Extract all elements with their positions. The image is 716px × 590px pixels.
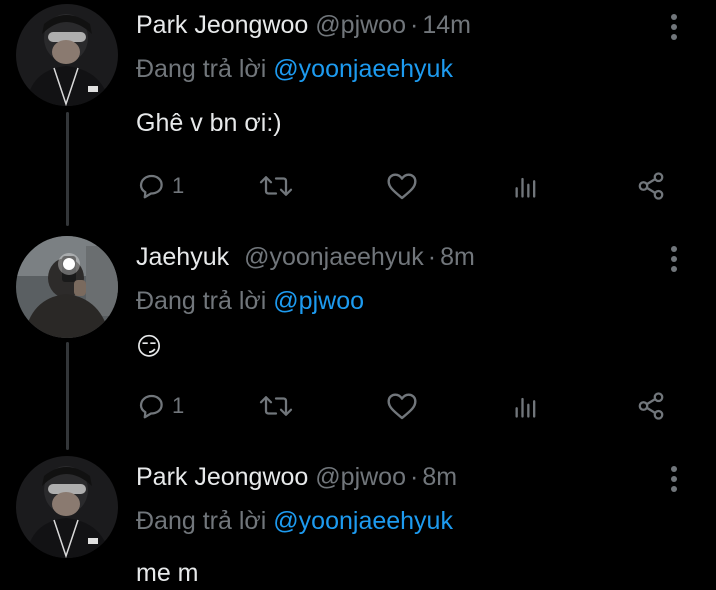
tweet-text: Ghê v bn ơi:) [136, 109, 282, 137]
separator-dot: · [427, 243, 437, 271]
replying-to: Đang trả lời @yoonjaeehyuk [136, 54, 453, 84]
separator-dot: · [409, 11, 419, 39]
replying-prefix: Đang trả lời [136, 55, 267, 83]
tweet-3[interactable]: Park Jeongwoo @pjwoo · 8m Đang trả lời @yo… [0, 452, 716, 587]
share-icon [638, 172, 664, 200]
retweet-icon [259, 396, 293, 416]
author-name[interactable]: Park Jeongwoo [136, 463, 308, 491]
tweet-header: Park Jeongwoo @pjwoo · 14m [136, 10, 471, 40]
heart-icon [387, 173, 417, 200]
heart-icon [387, 393, 417, 420]
mention-link[interactable]: @yoonjaeehyuk [273, 55, 453, 83]
share-button[interactable] [636, 386, 666, 426]
author-name[interactable]: Park Jeongwoo [136, 11, 308, 39]
reply-count: 1 [172, 173, 185, 198]
tweet-header: Park Jeongwoo @pjwoo · 8m [136, 462, 457, 492]
tweet-1[interactable]: Park Jeongwoo @pjwoo · 14m Đang trả lời @y… [0, 0, 716, 230]
separator-dot: · [409, 463, 419, 491]
retweet-button[interactable] [258, 386, 294, 426]
more-vertical-icon [671, 14, 677, 40]
tweet-text: 😏 [136, 333, 163, 361]
avatar[interactable] [16, 456, 118, 558]
replying-prefix: Đang trả lời [136, 287, 267, 315]
tweet-text: me m [136, 559, 199, 587]
author-handle[interactable]: @pjwoo [315, 11, 406, 39]
share-icon [638, 392, 664, 420]
more-options-button[interactable] [662, 12, 686, 42]
analytics-button[interactable] [512, 166, 540, 206]
replying-to: Đang trả lời @yoonjaeehyuk [136, 506, 453, 536]
reply-icon [139, 174, 163, 199]
avatar[interactable] [16, 4, 118, 106]
mention-link[interactable]: @yoonjaeehyuk [273, 507, 453, 535]
more-options-button[interactable] [662, 464, 686, 494]
reply-button[interactable]: 1 [136, 386, 184, 426]
reply-button[interactable]: 1 [136, 166, 184, 206]
replying-to: Đang trả lời @pjwoo [136, 286, 364, 316]
avatar[interactable] [16, 236, 118, 338]
author-handle[interactable]: @pjwoo [315, 463, 406, 491]
tweet-header: Jaehyuk @yoonjaeehyuk · 8m [136, 242, 475, 272]
tweet-actions: 1 [0, 386, 716, 426]
tweet-2[interactable]: Jaehyuk @yoonjaeehyuk · 8m Đang trả lời @p… [0, 232, 716, 454]
like-button[interactable] [386, 386, 418, 426]
timestamp[interactable]: 14m [422, 11, 471, 39]
analytics-icon [515, 177, 536, 198]
mention-link[interactable]: @pjwoo [273, 287, 364, 315]
replying-prefix: Đang trả lời [136, 507, 267, 535]
timestamp[interactable]: 8m [440, 243, 475, 271]
retweet-icon [259, 176, 293, 196]
share-button[interactable] [636, 166, 666, 206]
tweet-actions: 1 [0, 166, 716, 206]
retweet-button[interactable] [258, 166, 294, 206]
more-vertical-icon [671, 246, 677, 272]
like-button[interactable] [386, 166, 418, 206]
timestamp[interactable]: 8m [422, 463, 457, 491]
author-name[interactable]: Jaehyuk [136, 243, 229, 271]
reply-count: 1 [172, 393, 185, 418]
analytics-button[interactable] [512, 386, 540, 426]
more-vertical-icon [671, 466, 677, 492]
reply-icon [139, 394, 163, 419]
author-handle[interactable]: @yoonjaeehyuk [236, 243, 424, 271]
analytics-icon [515, 397, 536, 418]
more-options-button[interactable] [662, 244, 686, 274]
